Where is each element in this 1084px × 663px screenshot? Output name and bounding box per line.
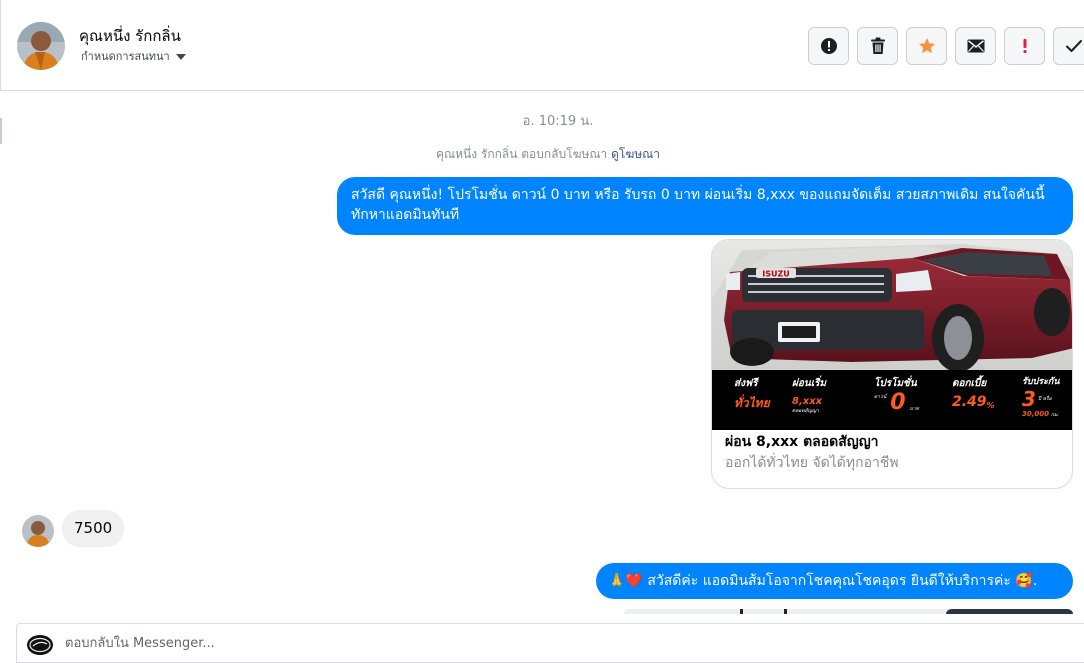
promo-value: 3 <box>1022 387 1036 411</box>
promo-free-delivery: ส่งฟรี ทั่วไทย <box>712 370 784 430</box>
message-text: สวัสดีค่ะ แอดมินส้มโอจากโชคคุณโชคอุดร ยิ… <box>647 573 1011 589</box>
promo-label: รับประกัน <box>1022 377 1060 387</box>
promo-note-unit: กม. <box>1051 412 1059 418</box>
exclamation-icon <box>1023 39 1026 53</box>
action-toolbar <box>808 27 1084 65</box>
ad-card[interactable]: ISUZU ส่งฟรี ทั่วไทย ผ่อนเริ่ม 8,xxx ตลอ… <box>711 239 1073 489</box>
incoming-message-bubble[interactable]: 7500 <box>62 510 125 547</box>
ad-card-title[interactable]: ผ่อน 8,xxx ตลอดสัญญา <box>725 431 879 453</box>
promo-value: 2.49 <box>952 394 987 410</box>
message-timestamp: อ. 10:19 น. <box>522 114 594 129</box>
ad-reply-note: คุณหนึ่ง รักกลิ่น ตอบกลับโฆษณา ดูโฆษณา <box>0 145 1084 164</box>
ad-card-subtitle: ออกได้ทั่วไทย จัดได้ทุกอาชีพ <box>725 455 899 471</box>
outgoing-message-bubble[interactable]: สวัสดี คุณหนึ่ง! โปรโมชั่น ดาวน์ 0 บาท ห… <box>337 177 1073 235</box>
contact-avatar[interactable] <box>17 22 65 70</box>
promo-band: ส่งฟรี ทั่วไทย ผ่อนเริ่ม 8,xxx ตลอดสัญญา… <box>712 370 1072 430</box>
promo-prefix: ดาวน์ <box>874 394 887 400</box>
star-icon <box>918 38 935 54</box>
promo-value: 0 <box>890 390 906 415</box>
sender-avatar[interactable] <box>22 515 54 547</box>
page-avatar-icon <box>26 634 54 656</box>
promo-interest: ดอกเบี้ย 2.49 % <box>938 370 1016 430</box>
message-composer <box>16 623 1084 663</box>
contact-name[interactable]: คุณหนึ่ง รักกลิ่น <box>79 24 181 48</box>
promo-warranty: รับประกัน 3 ปี หรือ 30,000 กม. <box>1016 370 1072 430</box>
chevron-down-icon <box>175 53 186 60</box>
promo-unit: % <box>986 401 995 410</box>
promo-label: โปรโมชั่น <box>874 378 917 389</box>
outgoing-message-bubble-2[interactable]: 🙏❤️ สวัสดีค่ะ แอดมินส้มโอจากโชคคุณโชคอุด… <box>596 563 1073 599</box>
report-button[interactable] <box>808 27 849 65</box>
reply-input[interactable] <box>65 632 665 654</box>
promo-note: ตลอดสัญญา <box>792 408 819 414</box>
check-icon <box>1065 40 1082 52</box>
conversation-setting-label: กำหนดการสนทนา <box>81 50 170 63</box>
mark-unread-button[interactable] <box>955 27 996 65</box>
promo-label: ดอกเบี้ย <box>952 378 987 389</box>
star-button[interactable] <box>906 27 947 65</box>
promo-down-payment: โปรโมชั่น ดาวน์ 0 บาท <box>866 370 938 430</box>
alert-circle-icon <box>820 38 837 54</box>
promo-unit: ปี หรือ <box>1037 396 1052 402</box>
conversation-setting-dropdown[interactable]: กำหนดการสนทนา <box>81 47 186 65</box>
envelope-icon <box>967 39 984 53</box>
promo-note: 30,000 <box>1022 410 1050 418</box>
emoji-suffix: 🥰. <box>1015 573 1038 589</box>
mark-done-button[interactable] <box>1053 27 1084 65</box>
view-ad-link[interactable]: ดูโฆษณา <box>611 147 660 161</box>
trash-icon <box>870 37 885 54</box>
promo-unit: บาท <box>909 406 919 412</box>
promo-value: ทั่วไทย <box>734 396 770 410</box>
promo-value: 8,xxx <box>792 396 823 407</box>
delete-button[interactable] <box>857 27 898 65</box>
ad-reply-note-text: คุณหนึ่ง รักกลิ่น ตอบกลับโฆษณา <box>435 147 608 161</box>
emoji-prefix: 🙏❤️ <box>608 573 643 589</box>
car-brand-text: ISUZU <box>762 270 790 279</box>
promo-installment: ผ่อนเริ่ม 8,xxx ตลอดสัญญา <box>784 370 866 430</box>
ad-card-image[interactable]: ISUZU ส่งฟรี ทั่วไทย ผ่อนเริ่ม 8,xxx ตลอ… <box>712 240 1072 430</box>
conversation-header: คุณหนึ่ง รักกลิ่น กำหนดการสนทนา <box>0 0 1084 91</box>
next-card-preview[interactable] <box>624 604 1073 614</box>
follow-up-button[interactable] <box>1004 27 1045 65</box>
promo-label: ผ่อนเริ่ม <box>792 378 827 389</box>
promo-label: ส่งฟรี <box>734 378 758 389</box>
